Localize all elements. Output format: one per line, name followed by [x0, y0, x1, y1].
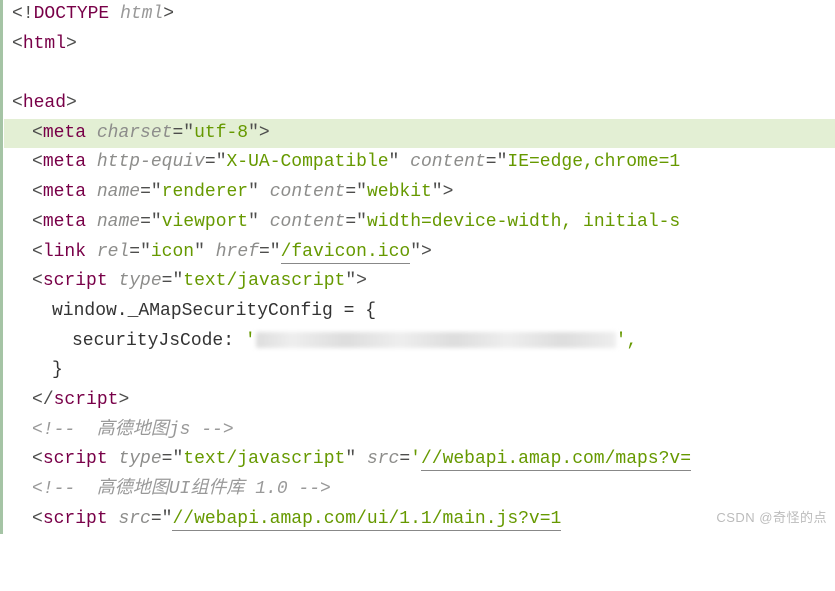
js-text: window._AMapSecurityConfig = {	[52, 301, 376, 321]
code-line: <script type="text/javascript" src='//we…	[4, 445, 835, 475]
code-line: <link rel="icon" href="/favicon.ico">	[4, 238, 835, 268]
code-line: <html>	[4, 30, 835, 60]
tag-meta: meta	[43, 123, 86, 143]
doctype-value: html	[120, 4, 163, 24]
obscured-secret	[256, 332, 616, 348]
code-line: securityJsCode: '',	[4, 327, 835, 357]
code-line: }	[4, 356, 835, 386]
code-line: <script src="//webapi.amap.com/ui/1.1/ma…	[4, 505, 835, 535]
angle-close: >	[163, 4, 174, 24]
code-line: <meta name="renderer" content="webkit">	[4, 178, 835, 208]
doctype-decl: !	[23, 4, 34, 24]
watermark-text: CSDN @奇怪的点	[716, 507, 827, 528]
src-value: //webapi.amap.com/ui/1.1/main.js?v=1	[172, 509, 561, 531]
code-line: window._AMapSecurityConfig = {	[4, 297, 835, 327]
code-line-highlighted: <meta charset="utf-8">	[4, 119, 835, 149]
blank-line	[4, 59, 835, 89]
href-value: /favicon.ico	[281, 242, 411, 264]
code-line: <!DOCTYPE html>	[4, 0, 835, 30]
tag-head: head	[23, 93, 66, 113]
code-line: <meta http-equiv="X-UA-Compatible" conte…	[4, 148, 835, 178]
code-block: <!DOCTYPE html> <html> <head> <meta char…	[0, 0, 835, 534]
src-value: //webapi.amap.com/maps?v=	[421, 449, 691, 471]
gutter-border	[0, 0, 3, 534]
code-line: </script>	[4, 386, 835, 416]
tag-link: link	[43, 242, 86, 262]
doctype-keyword: DOCTYPE	[34, 4, 110, 24]
code-line: <head>	[4, 89, 835, 119]
attr-name: charset	[97, 123, 173, 143]
tag-html: html	[23, 34, 66, 54]
comment-text: <!-- 高德地图js -->	[32, 420, 234, 440]
code-line: <!-- 高德地图js -->	[4, 416, 835, 446]
comment-text: <!-- 高德地图UI组件库 1.0 -->	[32, 479, 331, 499]
code-line: <!-- 高德地图UI组件库 1.0 -->	[4, 475, 835, 505]
code-line: <script type="text/javascript">	[4, 267, 835, 297]
tag-script: script	[43, 271, 108, 291]
angle-open: <	[12, 4, 23, 24]
js-key: securityJsCode	[72, 331, 223, 351]
code-line: <meta name="viewport" content="width=dev…	[4, 208, 835, 238]
attr-value: utf-8	[194, 123, 248, 143]
